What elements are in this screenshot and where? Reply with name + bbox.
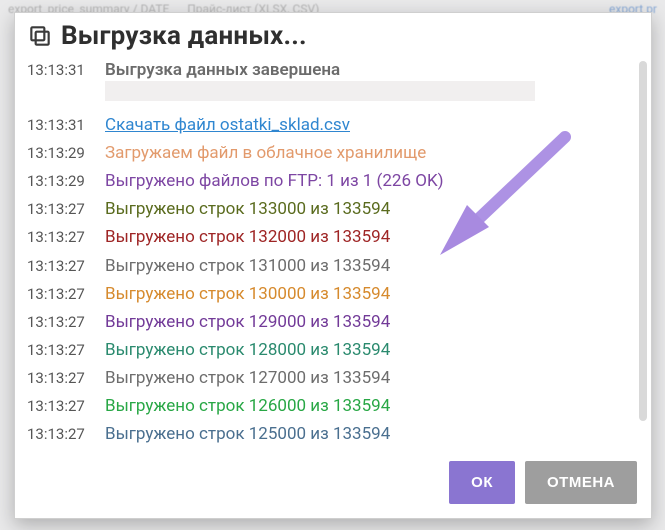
- log-timestamp: 13:13:27: [27, 423, 105, 445]
- log-row: 13:13:27Выгружено строк 125000 из 133594: [19, 420, 647, 448]
- log-timestamp: 13:13:27: [27, 226, 105, 248]
- log-message: Выгружено строк 133000 из 133594: [105, 198, 639, 220]
- log-timestamp: 13:13:27: [27, 283, 105, 305]
- log-timestamp: 13:13:27: [27, 339, 105, 361]
- log-message: Выгружено файлов по FTP: 1 из 1 (226 OK): [105, 170, 639, 192]
- dialog-header: Выгрузка данных...: [15, 13, 651, 55]
- log-message: Выгружено строк 132000 из 133594: [105, 226, 639, 248]
- log-message: Выгружено строк 128000 из 133594: [105, 339, 639, 361]
- log-timestamp: 13:13:27: [27, 395, 105, 417]
- log-message: Выгружено строк 131000 из 133594: [105, 255, 639, 277]
- log-message: Выгружено строк 127000 из 133594: [105, 367, 639, 389]
- log-row: 13:13:31Скачать файл ostatki_sklad.csv: [19, 111, 647, 139]
- log-message: Загружаем файл в облачное хранилище: [105, 142, 639, 164]
- export-dialog: Выгрузка данных... 13:13:31Выгрузка данн…: [14, 12, 652, 519]
- cancel-button[interactable]: ОТМЕНА: [525, 461, 637, 504]
- scrollbar[interactable]: [639, 61, 647, 421]
- log-row: 13:13:27Выгружено строк 133000 из 133594: [19, 195, 647, 223]
- log-row: 13:13:27Выгружено строк 132000 из 133594: [19, 223, 647, 251]
- log-row: 13:13:27Выгружено строк 130000 из 133594: [19, 280, 647, 308]
- log-message: Выгружено строк 129000 из 133594: [105, 311, 639, 333]
- log-timestamp: 13:13:27: [27, 255, 105, 277]
- log-message: Выгрузка данных завершена: [105, 59, 639, 81]
- log-list: 13:13:31Выгрузка данных завершена13:13:3…: [19, 55, 647, 448]
- log-row: 13:13:29Выгружено файлов по FTP: 1 из 1 …: [19, 167, 647, 195]
- log-row: 13:13:27Выгружено строк 127000 из 133594: [19, 364, 647, 392]
- dialog-body: 13:13:31Выгрузка данных завершена13:13:3…: [15, 55, 651, 448]
- progress-placeholder: [105, 81, 535, 101]
- log-row: 13:13:27Выгружено строк 129000 из 133594: [19, 308, 647, 336]
- log-row: 13:13:27Выгружено строк 128000 из 133594: [19, 336, 647, 364]
- log-row: 13:13:31Выгрузка данных завершена: [19, 55, 647, 111]
- dialog-title: Выгрузка данных...: [61, 21, 307, 51]
- log-row: 13:13:27Выгружено строк 131000 из 133594: [19, 252, 647, 280]
- dialog-footer: ОК ОТМЕНА: [15, 448, 651, 518]
- download-link[interactable]: Скачать файл ostatki_sklad.csv: [105, 114, 639, 136]
- log-timestamp: 13:13:31: [27, 59, 105, 81]
- log-timestamp: 13:13:27: [27, 311, 105, 333]
- log-row: 13:13:29Загружаем файл в облачное хранил…: [19, 139, 647, 167]
- log-message: Выгружено строк 126000 из 133594: [105, 395, 639, 417]
- log-message: Выгружено строк 130000 из 133594: [105, 283, 639, 305]
- copy-icon: [25, 21, 55, 51]
- log-row: 13:13:27Выгружено строк 126000 из 133594: [19, 392, 647, 420]
- ok-button[interactable]: ОК: [449, 461, 515, 504]
- log-timestamp: 13:13:29: [27, 170, 105, 192]
- log-timestamp: 13:13:31: [27, 114, 105, 136]
- log-timestamp: 13:13:27: [27, 198, 105, 220]
- log-timestamp: 13:13:29: [27, 142, 105, 164]
- log-message: Выгружено строк 125000 из 133594: [105, 423, 639, 445]
- log-timestamp: 13:13:27: [27, 367, 105, 389]
